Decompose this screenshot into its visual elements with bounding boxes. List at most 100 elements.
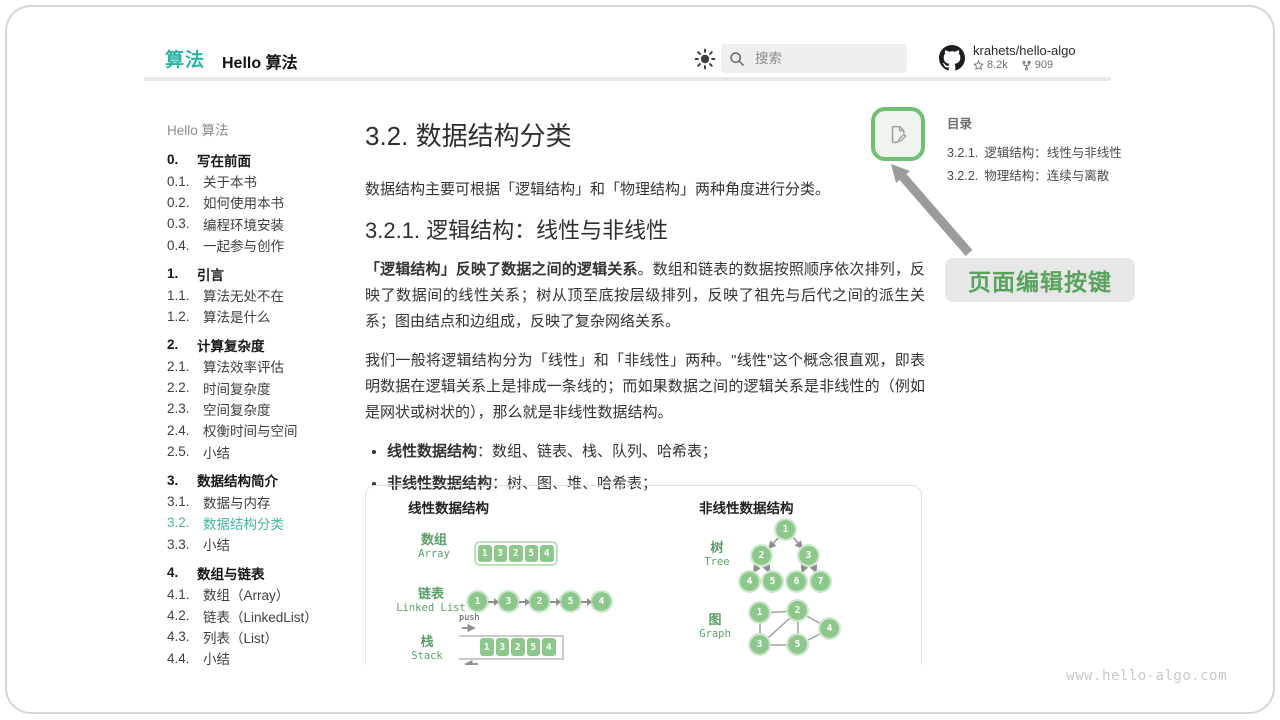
theme-toggle-button[interactable] <box>693 47 717 71</box>
sidebar-item[interactable]: 0.2. 如何使用本书 <box>167 192 352 213</box>
array-cell: 4 <box>540 545 554 562</box>
tree-node: 1 <box>776 520 795 539</box>
site-title[interactable]: Hello 算法 <box>222 49 298 73</box>
sidebar-item[interactable]: 1.1. 算法无处不在 <box>167 284 352 305</box>
screenshot-canvas: 算法 Hello 算法 krahets/hello-algo <box>0 0 1280 720</box>
linked-list-unit: 1 <box>468 592 487 611</box>
toc-items: 3.2.1. 逻辑结构：线性与非线性 3.2.2. 物理结构：连续与离散 <box>947 142 1157 187</box>
tree-node: 5 <box>763 572 782 591</box>
sidebar-item-label: 计算复杂度 <box>197 335 265 355</box>
sidebar-item[interactable]: 2.2. 时间复杂度 <box>167 377 352 398</box>
sidebar-item-number: 0. <box>167 152 197 167</box>
sidebar-item[interactable]: 2.4. 权衡时间与空间 <box>167 420 352 441</box>
search-icon <box>729 51 745 67</box>
toc-item[interactable]: 3.2.1. 逻辑结构：线性与非线性 <box>947 142 1157 165</box>
sidebar-item-label: 如何使用本书 <box>203 192 284 212</box>
sidebar-item[interactable]: 1.2. 算法是什么 <box>167 306 352 327</box>
sidebar-item-label: 关于本书 <box>203 171 257 191</box>
sidebar-item-label: 算法效率评估 <box>203 356 284 376</box>
star-icon <box>973 60 984 71</box>
sidebar-item[interactable]: 2.3. 空间复杂度 <box>167 398 352 419</box>
logic-structure-paragraph: 「逻辑结构」反映了数据之间的逻辑关系。数组和链表的数据按照顺序依次排列，反映了数… <box>365 257 925 335</box>
sidebar-item-number: 0.3. <box>167 216 203 231</box>
sidebar-item[interactable]: 4.2. 链表（LinkedList） <box>167 605 352 626</box>
sidebar-item[interactable]: 0.1. 关于本书 <box>167 170 352 191</box>
sidebar-item[interactable]: 4. 数组与链表 <box>167 562 352 583</box>
github-repo-link[interactable]: krahets/hello-algo 8.2k 909 <box>939 43 1076 72</box>
sidebar-title: Hello 算法 <box>167 119 352 140</box>
page-edit-button[interactable] <box>871 107 925 161</box>
sidebar-item-number: 1.2. <box>167 309 203 324</box>
linked-list-node: 4 <box>592 592 611 611</box>
array-cell: 3 <box>494 545 508 562</box>
sidebar-item[interactable]: 2.5. 小结 <box>167 441 352 462</box>
sidebar-item[interactable]: 3.2. 数据结构分类 <box>167 512 352 533</box>
linked-list-unit: 4 <box>580 592 611 611</box>
site-logo[interactable]: 算法 <box>165 45 205 72</box>
search-box[interactable] <box>721 44 907 73</box>
linked-list-diagram: 1 3 2 5 4 <box>468 592 611 611</box>
sidebar-item-number: 3. <box>167 473 197 488</box>
linked-list-node: 5 <box>561 592 580 611</box>
figure-title-linear: 线性数据结构 <box>408 497 489 517</box>
sidebar-items: 0. 写在前面 0.1. 关于本书 0.2. 如何使用本书 0.3. 编程环境安… <box>167 149 352 669</box>
sidebar-item-label: 编程环境安装 <box>203 214 284 234</box>
sidebar-item[interactable]: 3.3. 小结 <box>167 534 352 555</box>
graph-node: 5 <box>788 635 807 654</box>
sidebar-item-number: 4.2. <box>167 608 203 623</box>
sidebar-item[interactable]: 4.1. 数组（Array） <box>167 583 352 604</box>
sidebar-item-number: 0.1. <box>167 174 203 189</box>
arrow-right-icon <box>518 592 530 611</box>
search-input[interactable] <box>753 50 887 67</box>
sidebar-item-label: 引言 <box>197 264 224 284</box>
sidebar-item[interactable]: 4.3. 列表（List） <box>167 626 352 647</box>
toc-item[interactable]: 3.2.2. 物理结构：连续与离散 <box>947 165 1157 188</box>
push-label: push <box>459 613 479 623</box>
section-heading: 3.2.1. 逻辑结构：线性与非线性 <box>365 216 925 246</box>
sidebar-item[interactable]: 2.1. 算法效率评估 <box>167 356 352 377</box>
toc-title: 目录 <box>947 113 1157 132</box>
sidebar-item[interactable]: 2. 计算复杂度 <box>167 334 352 355</box>
sidebar-item-number: 3.2. <box>167 515 203 530</box>
linked-list-node: 3 <box>499 592 518 611</box>
graph-label: 图 Graph <box>678 612 752 642</box>
sidebar-item[interactable]: 4.4. 小结 <box>167 648 352 669</box>
stack-cell: 4 <box>542 638 556 656</box>
sidebar-item[interactable]: 1. 引言 <box>167 263 352 284</box>
figure-clip: 线性数据结构 非线性数据结构 数组 Array 13254 链表 Linked … <box>365 485 925 665</box>
sidebar-item-number: 0.2. <box>167 195 203 210</box>
sidebar-item[interactable]: 3. 数据结构简介 <box>167 469 352 490</box>
sidebar-item-label: 小结 <box>203 648 230 668</box>
sidebar-item[interactable]: 0. 写在前面 <box>167 149 352 170</box>
graph-node: 1 <box>750 603 769 622</box>
tree-label: 树 Tree <box>680 540 754 570</box>
graph-node: 3 <box>750 635 769 654</box>
array-cell: 5 <box>525 545 539 562</box>
sidebar-item[interactable]: 0.4. 一起参与创作 <box>167 235 352 256</box>
linked-list-unit: 2 <box>518 592 549 611</box>
page-title: 3.2. 数据结构分类 <box>365 119 925 153</box>
sidebar-item[interactable]: 0.3. 编程环境安装 <box>167 213 352 234</box>
fork-icon <box>1021 60 1032 71</box>
array-label: 数组 Array <box>399 532 469 562</box>
star-count: 8.2k <box>987 58 1008 72</box>
sidebar-item-label: 空间复杂度 <box>203 399 271 419</box>
sidebar-item-label: 算法无处不在 <box>203 285 284 305</box>
tree-node: 7 <box>811 572 830 591</box>
sidebar-item-label: 数据结构分类 <box>203 513 284 533</box>
sidebar-item[interactable]: 3.1. 数据与内存 <box>167 491 352 512</box>
linked-list-node: 1 <box>468 592 487 611</box>
sidebar-item-number: 2.5. <box>167 444 203 459</box>
sidebar-item-number: 2.1. <box>167 359 203 374</box>
arrow-right-icon <box>580 592 592 611</box>
app-window: 算法 Hello 算法 krahets/hello-algo <box>5 5 1275 714</box>
sidebar-item-label: 一起参与创作 <box>203 235 284 255</box>
sidebar-item-label: 数据与内存 <box>203 492 271 512</box>
intro-paragraph: 数据结构主要可根据「逻辑结构」和「物理结构」两种角度进行分类。 <box>365 177 925 203</box>
stack-cell: 5 <box>527 638 541 656</box>
tree-node: 3 <box>799 546 818 565</box>
sidebar-item-label: 算法是什么 <box>203 306 271 326</box>
graph-node: 4 <box>820 619 839 638</box>
sidebar-item-label: 时间复杂度 <box>203 378 271 398</box>
annotation-label: 页面编辑按键 <box>968 263 1112 297</box>
